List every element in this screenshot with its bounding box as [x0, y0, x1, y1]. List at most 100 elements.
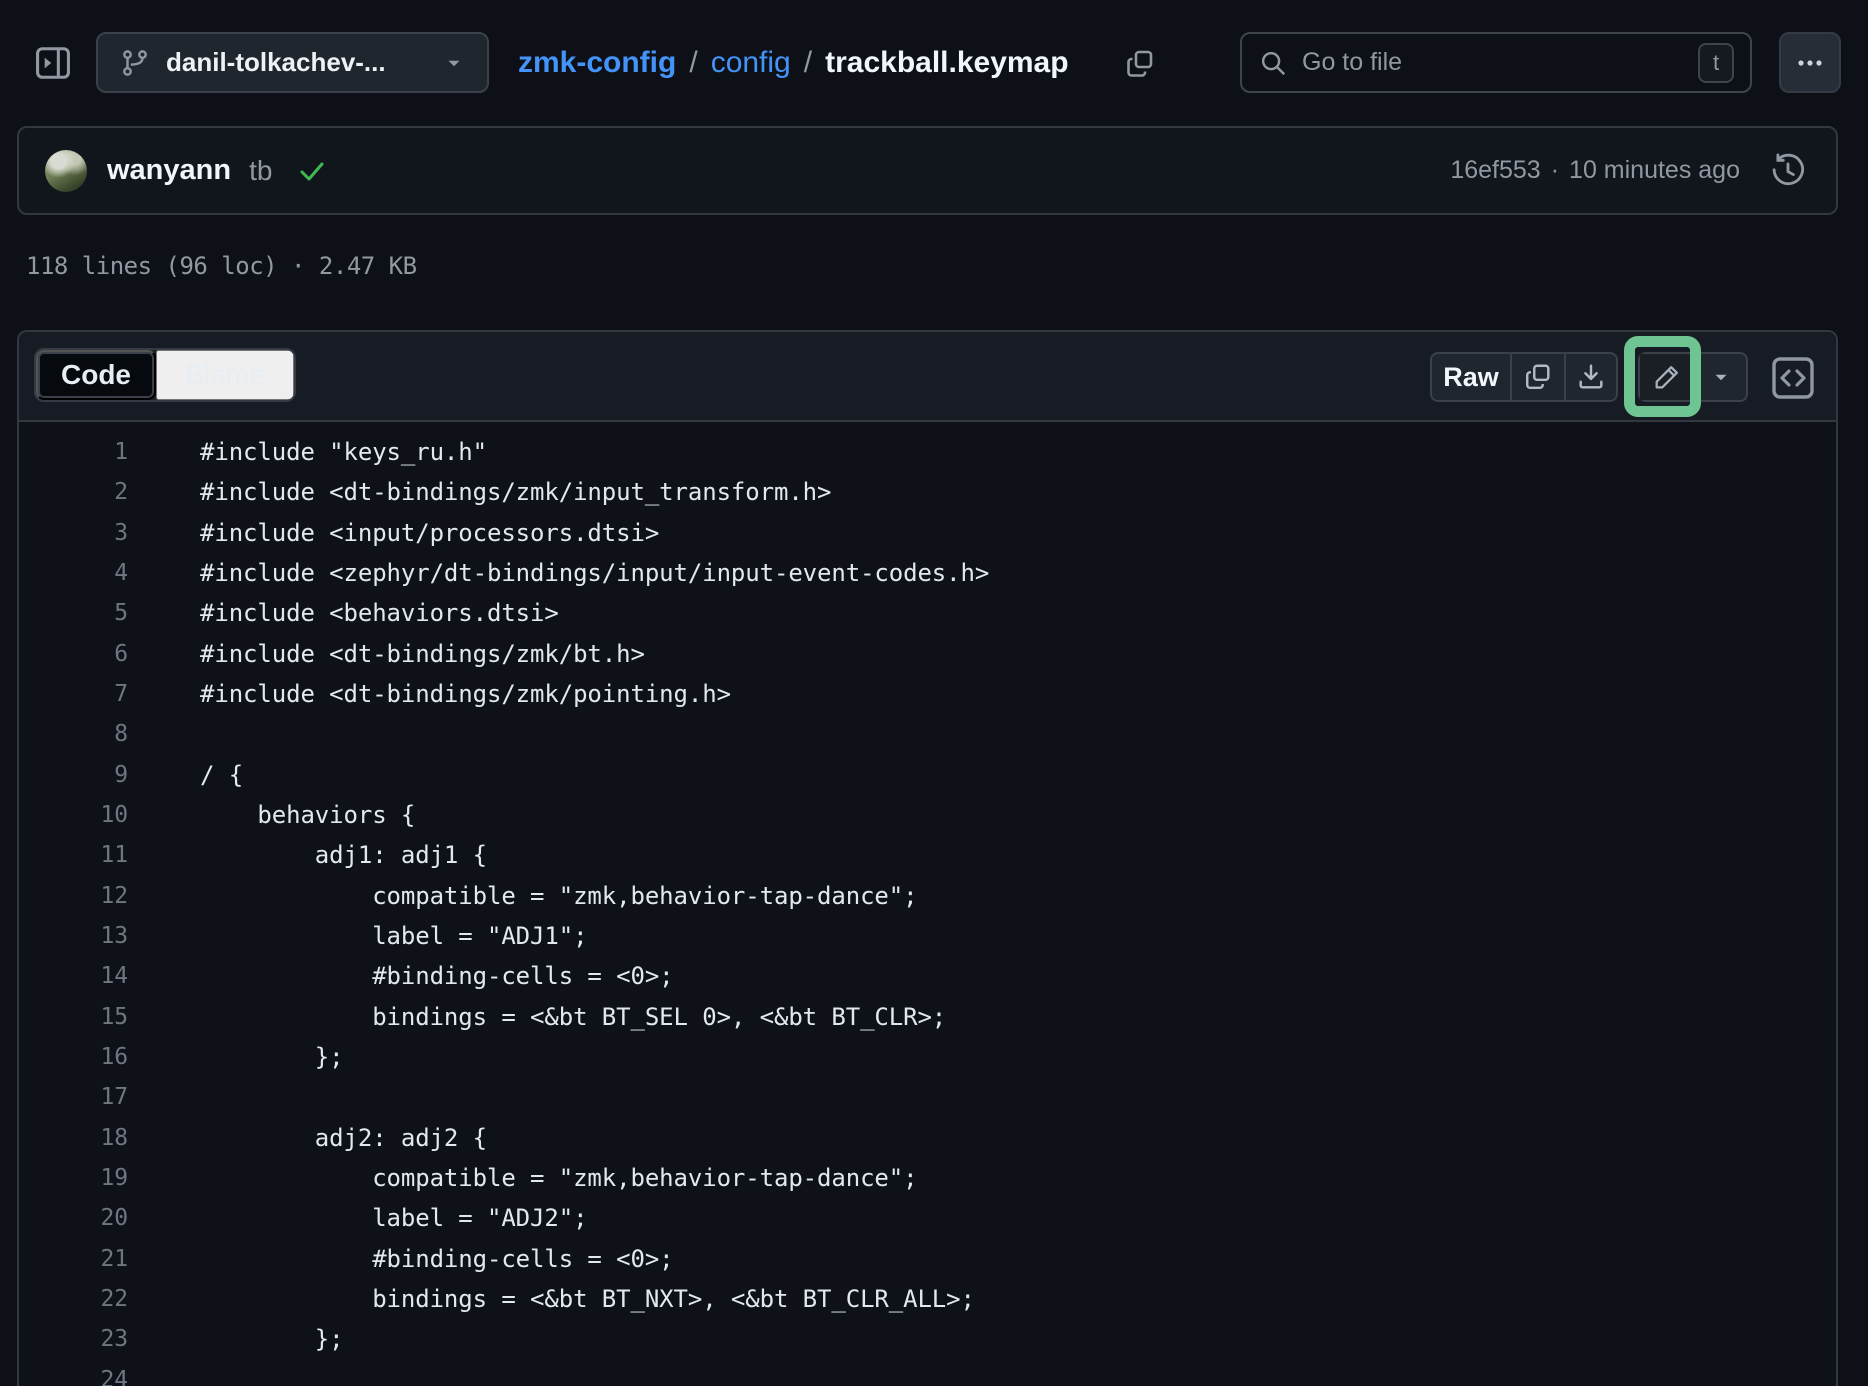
raw-actions-group: Raw [1430, 352, 1618, 402]
line-number[interactable]: 15 [19, 1004, 128, 1030]
code-blame-switch: Code Blame [34, 348, 296, 402]
latest-commit-bar: wanyann tb 16ef553 · 10 minutes ago [17, 126, 1838, 215]
go-to-file-search[interactable]: Go to file t [1240, 32, 1752, 93]
code-line-row: 14 #binding-cells = <0>; [19, 956, 1836, 996]
code-lines: 1 #include "keys_ru.h" 2 #include <dt-bi… [19, 422, 1836, 1386]
line-text: #include <input/processors.dtsi> [200, 519, 659, 547]
tab-blame[interactable]: Blame [156, 350, 294, 400]
breadcrumb-separator: / [689, 46, 697, 80]
tab-code[interactable]: Code [36, 350, 156, 400]
pencil-icon [1652, 362, 1682, 392]
line-number[interactable]: 5 [19, 600, 128, 626]
line-number[interactable]: 24 [19, 1367, 128, 1386]
line-text: behaviors { [200, 801, 415, 829]
line-number[interactable]: 2 [19, 479, 128, 505]
line-number[interactable]: 12 [19, 883, 128, 909]
code-line-row: 22 bindings = <&bt BT_NXT>, <&bt BT_CLR_… [19, 1279, 1836, 1319]
line-number[interactable]: 7 [19, 681, 128, 707]
code-line-row: 18 adj2: adj2 { [19, 1118, 1836, 1158]
line-text: bindings = <&bt BT_NXT>, <&bt BT_CLR_ALL… [200, 1285, 975, 1313]
download-button[interactable] [1564, 354, 1616, 400]
line-number[interactable]: 4 [19, 560, 128, 586]
code-symbols-button[interactable] [1770, 356, 1816, 400]
line-text: label = "ADJ2"; [200, 1204, 587, 1232]
kebab-icon [1795, 48, 1825, 78]
more-options-button[interactable] [1779, 32, 1841, 93]
line-text: #include <dt-bindings/zmk/bt.h> [200, 640, 645, 668]
line-number[interactable]: 22 [19, 1286, 128, 1312]
chevron-down-icon [1710, 366, 1732, 388]
line-number[interactable]: 23 [19, 1326, 128, 1352]
line-number[interactable]: 13 [19, 923, 128, 949]
commit-meta: 16ef553 · 10 minutes ago [1450, 156, 1740, 185]
history-icon [1769, 152, 1807, 190]
dot-separator: · [1551, 156, 1559, 185]
code-line-row: 19 compatible = "zmk,behavior-tap-dance"… [19, 1158, 1836, 1198]
code-line-row: 8 [19, 714, 1836, 754]
shortcut-key-badge: t [1698, 43, 1734, 83]
breadcrumb: zmk-config / config / trackball.keymap [518, 32, 1069, 93]
code-symbols-icon [1770, 356, 1816, 400]
line-number[interactable]: 10 [19, 802, 128, 828]
commit-time: 10 minutes ago [1569, 156, 1740, 185]
git-branch-icon [120, 48, 150, 78]
avatar[interactable] [45, 150, 87, 192]
line-text: #include "keys_ru.h" [200, 438, 487, 466]
edit-file-button[interactable] [1640, 354, 1694, 400]
line-number[interactable]: 6 [19, 641, 128, 667]
code-line-row: 12 compatible = "zmk,behavior-tap-dance"… [19, 876, 1836, 916]
code-line-row: 20 label = "ADJ2"; [19, 1198, 1836, 1238]
line-text: }; [200, 1043, 344, 1071]
line-number[interactable]: 8 [19, 721, 128, 747]
raw-button[interactable]: Raw [1432, 354, 1510, 400]
line-text: #include <zephyr/dt-bindings/input/input… [200, 559, 989, 587]
checks-passed-icon[interactable] [296, 155, 328, 187]
edit-actions-group [1638, 352, 1748, 402]
copy-icon [1523, 362, 1553, 392]
code-line-row: 1 #include "keys_ru.h" [19, 432, 1836, 472]
line-text: bindings = <&bt BT_SEL 0>, <&bt BT_CLR>; [200, 1003, 946, 1031]
commit-sha[interactable]: 16ef553 [1450, 156, 1540, 185]
code-line-row: 7 #include <dt-bindings/zmk/pointing.h> [19, 674, 1836, 714]
code-line-row: 2 #include <dt-bindings/zmk/input_transf… [19, 472, 1836, 512]
search-icon [1258, 48, 1288, 78]
breadcrumb-dir-link[interactable]: config [711, 46, 791, 80]
file-content-box: Code Blame Raw [17, 330, 1838, 1386]
chevron-down-icon [443, 52, 465, 74]
line-text: / { [200, 761, 243, 789]
code-line-row: 10 behaviors { [19, 795, 1836, 835]
download-icon [1576, 362, 1606, 392]
line-number[interactable]: 1 [19, 439, 128, 465]
line-number[interactable]: 20 [19, 1205, 128, 1231]
breadcrumb-separator: / [804, 46, 812, 80]
commit-history-button[interactable] [1766, 149, 1810, 193]
line-number[interactable]: 3 [19, 520, 128, 546]
line-number[interactable]: 14 [19, 963, 128, 989]
branch-selector-button[interactable]: danil-tolkachev-... [96, 32, 489, 93]
line-number[interactable]: 16 [19, 1044, 128, 1070]
code-line-row: 17 [19, 1077, 1836, 1117]
line-number[interactable]: 17 [19, 1084, 128, 1110]
copy-path-button[interactable] [1118, 44, 1162, 84]
code-line-row: 24 [19, 1360, 1836, 1386]
code-line-row: 6 #include <dt-bindings/zmk/bt.h> [19, 634, 1836, 674]
line-number[interactable]: 11 [19, 842, 128, 868]
code-line-row: 9 / { [19, 755, 1836, 795]
line-text: #include <behaviors.dtsi> [200, 599, 559, 627]
line-number[interactable]: 9 [19, 762, 128, 788]
edit-dropdown-button[interactable] [1694, 354, 1746, 400]
file-toolbar: Code Blame Raw [19, 332, 1836, 422]
line-number[interactable]: 18 [19, 1125, 128, 1151]
commit-author[interactable]: wanyann [107, 154, 231, 187]
code-line-row: 3 #include <input/processors.dtsi> [19, 513, 1836, 553]
breadcrumb-file-name: trackball.keymap [825, 46, 1068, 80]
commit-message[interactable]: tb [249, 155, 272, 187]
sidebar-expand-icon [34, 44, 72, 82]
line-number[interactable]: 19 [19, 1165, 128, 1191]
line-number[interactable]: 21 [19, 1246, 128, 1272]
breadcrumb-repo-link[interactable]: zmk-config [518, 46, 676, 80]
code-line-row: 11 adj1: adj1 { [19, 835, 1836, 875]
file-size-info: 118 lines (96 loc) · 2.47 KB [26, 252, 417, 280]
expand-file-tree-button[interactable] [26, 36, 80, 90]
copy-file-button[interactable] [1510, 354, 1564, 400]
